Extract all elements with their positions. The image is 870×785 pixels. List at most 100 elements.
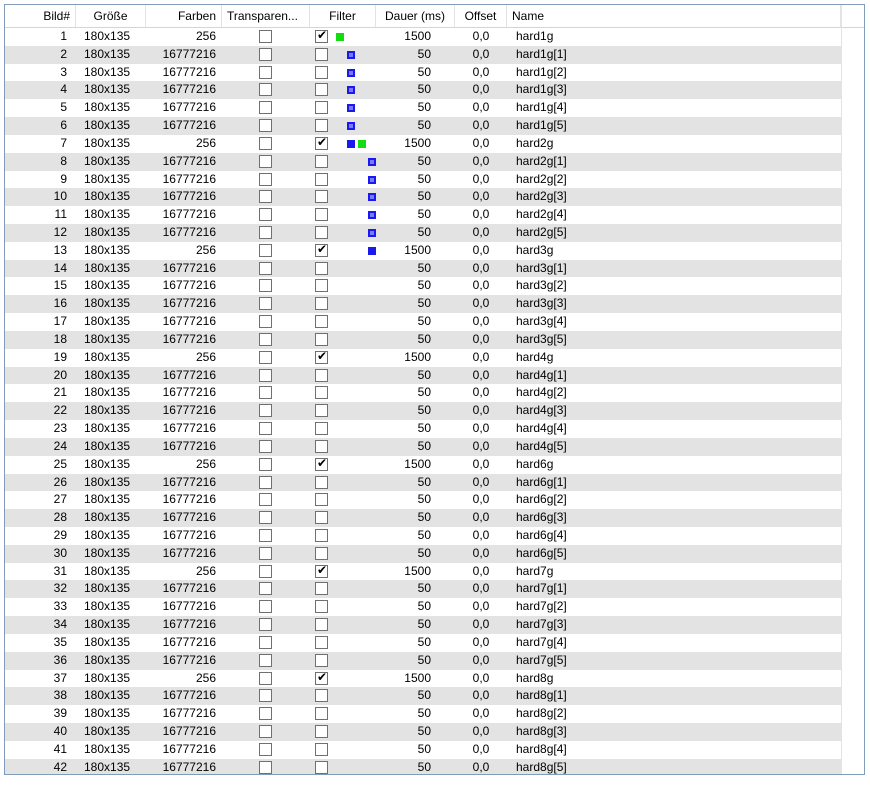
filter-checkbox[interactable] <box>315 368 328 382</box>
transparency-checkbox[interactable] <box>259 600 272 614</box>
filter-checkbox[interactable] <box>315 653 328 667</box>
transparency-checkbox[interactable] <box>259 422 272 436</box>
transparency-checkbox[interactable] <box>259 279 272 293</box>
table-row[interactable]: 21 180x135 16777216 50 0,0 hard4g[2] <box>5 384 841 402</box>
filter-checkbox[interactable] <box>315 707 328 721</box>
table-row[interactable]: 9 180x135 16777216 50 0,0 hard2g[2] <box>5 171 841 189</box>
filter-checkbox[interactable] <box>315 511 328 525</box>
transparency-checkbox[interactable] <box>259 386 272 400</box>
filter-checkbox[interactable] <box>315 422 328 436</box>
transparency-checkbox[interactable] <box>259 154 272 168</box>
filter-checkbox[interactable]: ✔ <box>315 28 328 43</box>
table-row[interactable]: 40 180x135 16777216 50 0,0 hard8g[3] <box>5 722 841 741</box>
filter-checkbox[interactable] <box>315 582 328 596</box>
transparency-checkbox[interactable] <box>259 208 272 222</box>
table-row[interactable]: 38 180x135 16777216 50 0,0 hard8g[1] <box>5 687 841 706</box>
table-row[interactable]: 11 180x135 16777216 50 0,0 hard2g[4] <box>5 206 841 224</box>
transparency-checkbox[interactable] <box>259 315 272 329</box>
transparency-checkbox[interactable] <box>259 226 272 240</box>
table-row[interactable]: 12 180x135 16777216 50 0,0 hard2g[5] <box>5 224 841 242</box>
transparency-checkbox[interactable] <box>259 582 272 596</box>
table-row[interactable]: 10 180x135 16777216 50 0,0 hard2g[3] <box>5 188 841 207</box>
filter-checkbox[interactable] <box>315 154 328 168</box>
transparency-checkbox[interactable] <box>259 190 272 204</box>
header-farben[interactable]: Farben <box>146 5 222 27</box>
filter-checkbox[interactable] <box>315 297 328 311</box>
table-row[interactable]: 24 180x135 16777216 50 0,0 hard4g[5] <box>5 437 841 456</box>
transparency-checkbox[interactable] <box>259 119 272 133</box>
filter-checkbox[interactable] <box>315 600 328 614</box>
table-row[interactable]: 39 180x135 16777216 50 0,0 hard8g[2] <box>5 705 841 723</box>
header-filter[interactable]: Filter <box>310 5 376 27</box>
table-row[interactable]: 30 180x135 16777216 50 0,0 hard6g[5] <box>5 544 841 563</box>
transparency-checkbox[interactable] <box>259 511 272 525</box>
table-row[interactable]: 7 180x135 256 ✔ 1500 0,0 hard2g <box>5 135 841 153</box>
table-row[interactable]: 29 180x135 16777216 50 0,0 hard6g[4] <box>5 527 841 545</box>
transparency-checkbox[interactable] <box>259 243 272 257</box>
filter-checkbox[interactable] <box>315 404 328 418</box>
transparency-checkbox[interactable] <box>259 172 272 186</box>
table-row[interactable]: 27 180x135 16777216 50 0,0 hard6g[2] <box>5 491 841 509</box>
filter-checkbox[interactable]: ✔ <box>315 563 328 578</box>
table-row[interactable]: 32 180x135 16777216 50 0,0 hard7g[1] <box>5 580 841 599</box>
filter-checkbox[interactable]: ✔ <box>315 242 328 257</box>
filter-checkbox[interactable] <box>315 689 328 703</box>
filter-checkbox[interactable] <box>315 493 328 507</box>
filter-checkbox[interactable] <box>315 724 328 738</box>
transparency-checkbox[interactable] <box>259 457 272 471</box>
filter-checkbox[interactable]: ✔ <box>315 135 328 150</box>
transparency-checkbox[interactable] <box>259 297 272 311</box>
table-row[interactable]: 3 180x135 16777216 50 0,0 hard1g[2] <box>5 64 841 82</box>
transparency-checkbox[interactable] <box>259 332 272 346</box>
header-name[interactable]: Name <box>507 5 841 27</box>
transparency-checkbox[interactable] <box>259 689 272 703</box>
filter-checkbox[interactable] <box>315 119 328 133</box>
transparency-checkbox[interactable] <box>259 404 272 418</box>
filter-checkbox[interactable] <box>315 101 328 115</box>
filter-checkbox[interactable] <box>315 742 328 756</box>
transparency-checkbox[interactable] <box>259 136 272 150</box>
table-row[interactable]: 33 180x135 16777216 50 0,0 hard7g[2] <box>5 598 841 616</box>
transparency-checkbox[interactable] <box>259 30 272 43</box>
filter-checkbox[interactable] <box>315 386 328 400</box>
table-row[interactable]: 18 180x135 16777216 50 0,0 hard3g[5] <box>5 330 841 349</box>
header-dauer[interactable]: Dauer (ms) <box>376 5 455 27</box>
table-row[interactable]: 1 180x135 256 ✔ 1500 0,0 hard1g <box>5 28 841 46</box>
filter-checkbox[interactable] <box>315 528 328 542</box>
filter-checkbox[interactable] <box>315 65 328 79</box>
transparency-checkbox[interactable] <box>259 564 272 578</box>
table-row[interactable]: 35 180x135 16777216 50 0,0 hard7g[4] <box>5 634 841 652</box>
transparency-checkbox[interactable] <box>259 261 272 275</box>
transparency-checkbox[interactable] <box>259 618 272 632</box>
table-row[interactable]: 19 180x135 256 ✔ 1500 0,0 hard4g <box>5 349 841 367</box>
filter-checkbox[interactable] <box>315 279 328 293</box>
filter-checkbox[interactable] <box>315 546 328 560</box>
transparency-checkbox[interactable] <box>259 475 272 489</box>
table-row[interactable]: 14 180x135 16777216 50 0,0 hard3g[1] <box>5 259 841 278</box>
table-row[interactable]: 20 180x135 16777216 50 0,0 hard4g[1] <box>5 366 841 385</box>
table-row[interactable]: 4 180x135 16777216 50 0,0 hard1g[3] <box>5 81 841 100</box>
transparency-checkbox[interactable] <box>259 350 272 364</box>
header-transparenz[interactable]: Transparen... <box>222 5 310 27</box>
table-row[interactable]: 34 180x135 16777216 50 0,0 hard7g[3] <box>5 616 841 634</box>
transparency-checkbox[interactable] <box>259 83 272 97</box>
transparency-checkbox[interactable] <box>259 528 272 542</box>
transparency-checkbox[interactable] <box>259 493 272 507</box>
table-row[interactable]: 22 180x135 16777216 50 0,0 hard4g[3] <box>5 402 841 421</box>
transparency-checkbox[interactable] <box>259 653 272 667</box>
transparency-checkbox[interactable] <box>259 546 272 560</box>
table-row[interactable]: 26 180x135 16777216 50 0,0 hard6g[1] <box>5 473 841 492</box>
table-row[interactable]: 15 180x135 16777216 50 0,0 hard3g[2] <box>5 277 841 295</box>
filter-checkbox[interactable] <box>315 208 328 222</box>
table-row[interactable]: 8 180x135 16777216 50 0,0 hard2g[1] <box>5 152 841 171</box>
filter-checkbox[interactable] <box>315 226 328 240</box>
table-row[interactable]: 36 180x135 16777216 50 0,0 hard7g[5] <box>5 651 841 670</box>
transparency-checkbox[interactable] <box>259 724 272 738</box>
transparency-checkbox[interactable] <box>259 635 272 649</box>
filter-checkbox[interactable] <box>315 635 328 649</box>
transparency-checkbox[interactable] <box>259 65 272 79</box>
table-row[interactable]: 42 180x135 16777216 50 0,0 hard8g[5] <box>5 758 841 774</box>
header-groesse[interactable]: Größe <box>76 5 146 27</box>
filter-checkbox[interactable] <box>315 618 328 632</box>
transparency-checkbox[interactable] <box>259 101 272 115</box>
